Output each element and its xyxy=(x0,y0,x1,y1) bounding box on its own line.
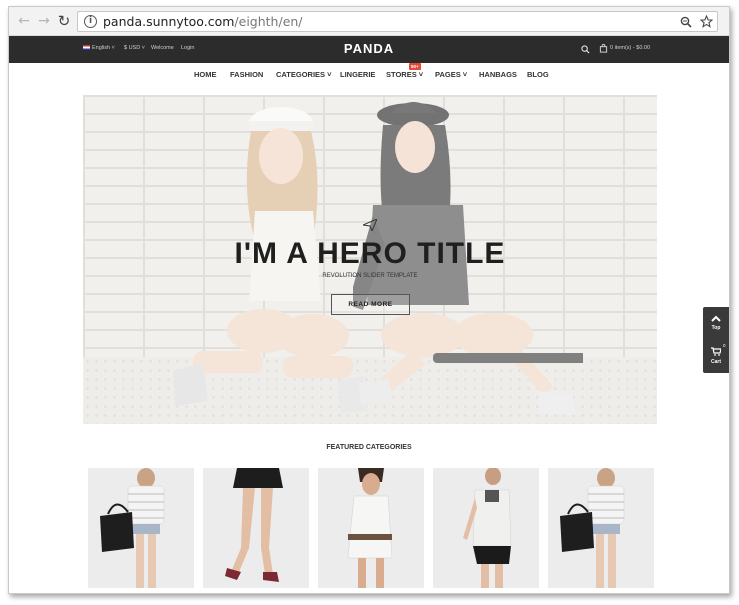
forward-icon[interactable]: → xyxy=(36,13,52,29)
cart-count-badge: 0 xyxy=(723,343,726,348)
menu-item-hanbags[interactable]: Hanbags xyxy=(479,70,517,79)
category-tile[interactable] xyxy=(318,468,424,588)
menu-item-blog[interactable]: Blog xyxy=(527,70,549,79)
shopping-bag-icon[interactable] xyxy=(599,44,608,53)
cart-label: Cart xyxy=(710,359,721,365)
cart-icon xyxy=(711,347,721,356)
category-image-white-top-shorts xyxy=(463,468,512,588)
search-icon[interactable] xyxy=(581,45,590,54)
menu-item-home[interactable]: Home xyxy=(194,70,217,79)
browser-toolbar: ← → ↻ i panda.sunnytoo.com/eighth/en/ xyxy=(9,7,729,36)
back-icon[interactable]: ← xyxy=(16,13,32,29)
chevron-down-icon: ˅ xyxy=(327,70,332,79)
category-image-striped-top-bag xyxy=(560,468,625,588)
chevron-down-icon: ˅ xyxy=(418,70,424,79)
paper-plane-icon xyxy=(363,219,377,231)
category-tile[interactable] xyxy=(548,468,654,588)
menu-item-stores[interactable]: Stores ˅ xyxy=(386,70,423,79)
zoom-icon[interactable] xyxy=(680,16,692,28)
main-menu: Home Fashion Categories ˅ Lingerie Store… xyxy=(9,63,729,84)
menu-item-lingerie[interactable]: Lingerie xyxy=(340,70,375,79)
browser-window: ← → ↻ i panda.sunnytoo.com/eighth/en/ En… xyxy=(8,6,730,594)
floating-side-widget: Top Cart 0 xyxy=(703,307,729,373)
menu-item-fashion[interactable]: Fashion xyxy=(230,70,263,79)
site-top-bar: English ˅ $ USD ˅ Welcome Login PANDA 0 … xyxy=(9,36,729,63)
address-bar[interactable]: i panda.sunnytoo.com/eighth/en/ xyxy=(77,11,718,32)
cart-summary[interactable]: 0 item(s) - $0.00 xyxy=(610,45,650,51)
info-icon[interactable]: i xyxy=(84,15,97,28)
hero-subtitle: REVOLUTION SLIDER TEMPLATE xyxy=(322,273,418,279)
featured-categories-title: FEATURED CATEGORIES xyxy=(326,444,412,451)
menu-item-categories-label: Categories xyxy=(276,70,326,79)
chevron-up-icon xyxy=(711,315,721,322)
category-tile[interactable] xyxy=(433,468,539,588)
hero-slider[interactable]: I'M A HERO TITLE REVOLUTION SLIDER TEMPL… xyxy=(83,95,657,424)
category-tile[interactable] xyxy=(88,468,194,588)
menu-item-categories[interactable]: Categories ˅ xyxy=(276,70,332,79)
stores-badge: 50+ xyxy=(409,63,421,70)
category-image-white-dress xyxy=(347,468,393,588)
url-path: /eighth/en/ xyxy=(234,14,303,29)
url-host: panda.sunnytoo.com xyxy=(103,14,235,29)
reload-icon[interactable]: ↻ xyxy=(56,13,72,29)
menu-item-stores-label: Stores xyxy=(386,70,417,79)
url-text[interactable]: panda.sunnytoo.com/eighth/en/ xyxy=(103,14,303,29)
read-more-button[interactable]: READ MORE xyxy=(331,294,410,315)
category-tile[interactable] xyxy=(203,468,309,588)
back-to-top-button[interactable]: Top xyxy=(703,311,729,337)
chevron-down-icon: ˅ xyxy=(462,70,468,79)
menu-item-pages-label: Pages xyxy=(435,70,461,79)
category-image-striped-top-bag xyxy=(100,468,165,588)
category-image-black-skirt-heels xyxy=(225,468,283,582)
menu-item-pages[interactable]: Pages ˅ xyxy=(435,70,467,79)
top-label: Top xyxy=(711,325,721,331)
bookmark-star-icon[interactable] xyxy=(700,15,713,28)
hero-title: I'M A HERO TITLE xyxy=(234,237,506,270)
